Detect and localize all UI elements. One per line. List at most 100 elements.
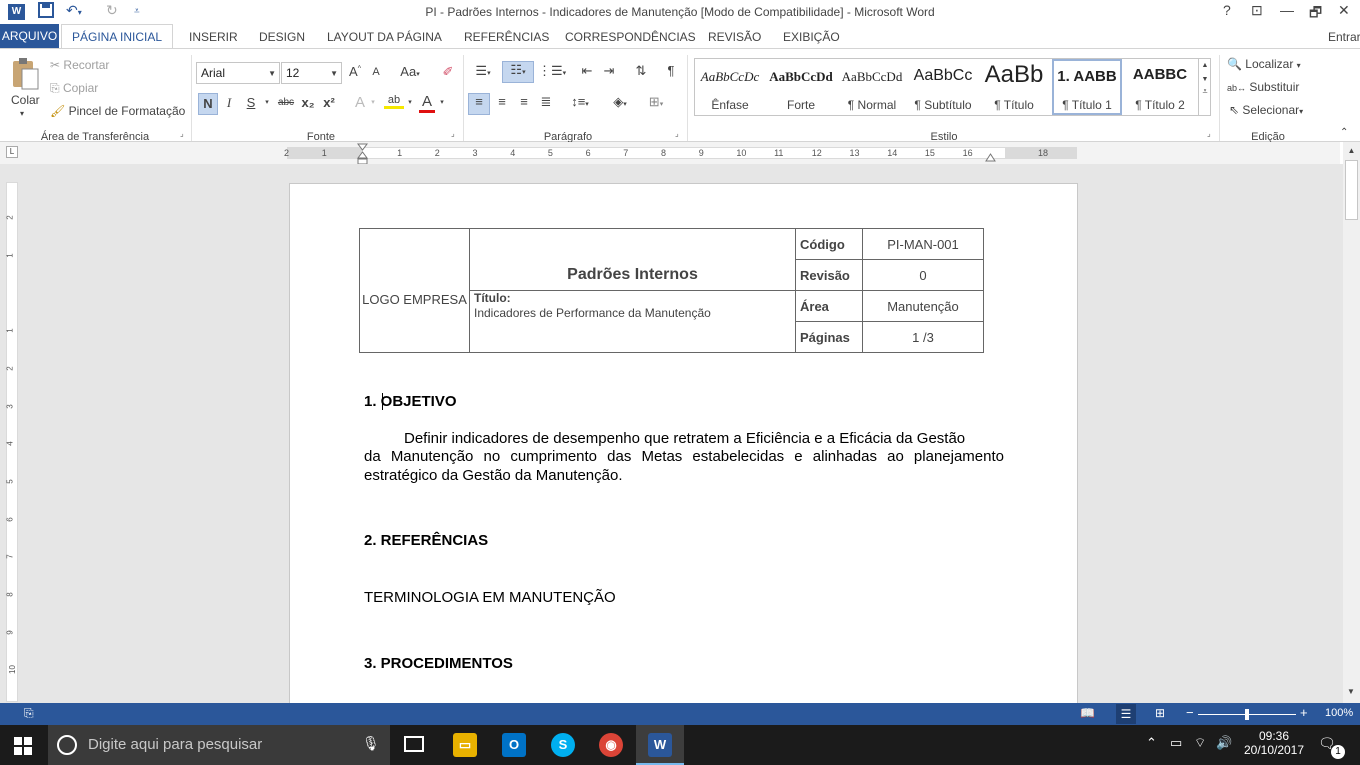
align-center-button[interactable]: ≡ bbox=[492, 94, 512, 109]
wifi-icon[interactable]: ⌔ bbox=[1194, 735, 1206, 751]
tab-revisao[interactable]: REVISÃO bbox=[708, 30, 761, 44]
select-button[interactable]: ⇖ Selecionar▾ bbox=[1229, 103, 1303, 117]
line-spacing-icon[interactable]: ↕≡▾ bbox=[566, 94, 594, 109]
tab-design[interactable]: DESIGN bbox=[259, 30, 305, 44]
tab-selector-icon[interactable]: L bbox=[6, 146, 18, 158]
zoom-out-button[interactable]: − bbox=[1186, 705, 1194, 720]
skype-icon[interactable]: S bbox=[551, 733, 575, 757]
read-mode-icon[interactable]: 📖 bbox=[1080, 706, 1095, 720]
font-color-icon[interactable]: A bbox=[419, 93, 435, 113]
paste-icon[interactable] bbox=[10, 57, 40, 91]
subscript-button[interactable]: x₂ bbox=[300, 95, 316, 110]
font-name-dropdown[interactable]: Arial ▼ bbox=[196, 62, 280, 84]
restore-button[interactable]: 🗗 bbox=[1309, 2, 1322, 26]
chevron-up-icon[interactable]: ▲ bbox=[1199, 62, 1211, 69]
replace-button[interactable]: ab↔ Substituir bbox=[1227, 80, 1299, 94]
right-indent-marker-icon[interactable] bbox=[985, 151, 996, 162]
style-titulo-2[interactable]: AABBC ¶ Título 2 bbox=[1125, 59, 1195, 115]
scroll-up-icon[interactable]: ▲ bbox=[1343, 146, 1360, 155]
chevron-down-icon[interactable]: ▼ bbox=[1199, 76, 1211, 83]
microphone-icon[interactable]: 🎙 bbox=[362, 735, 380, 752]
multilevel-list-icon[interactable]: ⋮☰▾ bbox=[538, 63, 566, 79]
zoom-slider-thumb[interactable] bbox=[1245, 709, 1249, 720]
font-color-dropdown-icon[interactable]: ▾ bbox=[437, 98, 447, 106]
zoom-level[interactable]: 100% bbox=[1325, 707, 1353, 719]
scroll-down-icon[interactable]: ▼ bbox=[1347, 687, 1355, 696]
style-forte[interactable]: AaBbCcDd Forte bbox=[766, 59, 836, 115]
minimize-button[interactable]: — bbox=[1280, 2, 1294, 18]
sign-in-link[interactable]: Entrar bbox=[1328, 30, 1360, 44]
style-enfase[interactable]: AaBbCcDc Ênfase bbox=[695, 59, 765, 115]
change-case-icon[interactable]: Aa▾ bbox=[397, 64, 423, 79]
paste-button[interactable]: Colar bbox=[11, 93, 40, 107]
taskbar-search[interactable]: Digite aqui para pesquisar 🎙 bbox=[48, 725, 390, 765]
style-titulo[interactable]: AaBb ¶ Título bbox=[979, 59, 1049, 115]
volume-icon[interactable]: 🔊 bbox=[1216, 735, 1232, 751]
help-button[interactable]: ? bbox=[1223, 2, 1231, 18]
web-layout-icon[interactable]: ⊞ bbox=[1155, 706, 1165, 720]
numbering-icon[interactable]: ☷▾ bbox=[502, 61, 534, 83]
clipboard-launcher-icon[interactable]: ⌟ bbox=[180, 129, 184, 138]
styles-launcher-icon[interactable]: ⌟ bbox=[1207, 129, 1211, 138]
style-normal[interactable]: AaBbCcDd ¶ Normal bbox=[837, 59, 907, 115]
ribbon-display-options-button[interactable]: ⊡ bbox=[1251, 2, 1263, 19]
more-styles-icon[interactable]: ⩡ bbox=[1199, 86, 1211, 97]
find-button[interactable]: 🔍 Localizar ▾ bbox=[1227, 57, 1301, 71]
decrease-indent-icon[interactable]: ⇤ bbox=[578, 63, 596, 79]
paste-dropdown-icon[interactable]: ▾ bbox=[20, 109, 24, 118]
word-taskbar-button[interactable]: W bbox=[636, 725, 684, 765]
styles-scroll[interactable]: ▲ ▼ ⩡ bbox=[1198, 59, 1211, 115]
ruler-bar[interactable]: 2 1 1 2 3 4 5 6 7 8 9 10 11 12 13 14 15 16 18 bbox=[284, 147, 1077, 159]
shading-icon[interactable]: ◈▾ bbox=[606, 94, 634, 110]
tab-referencias[interactable]: REFERÊNCIAS bbox=[464, 30, 549, 44]
battery-icon[interactable]: ▭ bbox=[1170, 735, 1182, 751]
copy-button[interactable]: ⎘ Copiar bbox=[50, 81, 98, 96]
grow-font-icon[interactable]: A^ bbox=[347, 64, 363, 79]
task-view-icon[interactable] bbox=[404, 736, 424, 752]
tab-exibicao[interactable]: EXIBIÇÃO bbox=[783, 30, 840, 44]
underline-dropdown-icon[interactable]: ▾ bbox=[262, 98, 272, 106]
text-effects-icon[interactable]: A bbox=[352, 94, 368, 111]
superscript-button[interactable]: x² bbox=[320, 95, 338, 110]
indent-marker-icon[interactable] bbox=[357, 143, 368, 165]
strikethrough-button[interactable]: abc bbox=[276, 97, 296, 108]
close-button[interactable]: ✕ bbox=[1338, 2, 1350, 19]
borders-icon[interactable]: ⊞▾ bbox=[642, 94, 670, 110]
paragraph-launcher-icon[interactable]: ⌟ bbox=[675, 129, 679, 138]
style-titulo-1[interactable]: 1. AABB ¶ Título 1 bbox=[1052, 59, 1122, 115]
file-explorer-icon[interactable]: ▭ bbox=[453, 733, 477, 757]
scroll-thumb[interactable] bbox=[1345, 160, 1358, 220]
bullets-icon[interactable]: ☰▾ bbox=[470, 63, 496, 79]
highlight-dropdown-icon[interactable]: ▾ bbox=[405, 98, 415, 106]
style-subtitulo[interactable]: AaBbCc ¶ Subtítulo bbox=[908, 59, 978, 115]
print-layout-icon[interactable]: ☰ bbox=[1116, 704, 1136, 724]
align-left-button[interactable]: ≡ bbox=[468, 93, 490, 115]
chrome-icon[interactable]: ◉ bbox=[599, 733, 623, 757]
show-formatting-icon[interactable]: ¶ bbox=[662, 63, 680, 78]
highlight-icon[interactable]: ab bbox=[384, 94, 404, 109]
tab-pagina-inicial[interactable]: PÁGINA INICIAL bbox=[61, 24, 173, 50]
increase-indent-icon[interactable]: ⇥ bbox=[600, 63, 618, 79]
show-hidden-icons[interactable]: ⌃ bbox=[1146, 735, 1157, 751]
tab-arquivo[interactable]: ARQUIVO bbox=[0, 24, 59, 48]
italic-button[interactable]: I bbox=[222, 95, 236, 111]
vertical-scrollbar[interactable]: ▲ ▼ bbox=[1343, 142, 1360, 703]
font-size-dropdown[interactable]: 12 ▼ bbox=[281, 62, 342, 84]
cut-button[interactable]: ✂ Recortar bbox=[50, 58, 109, 72]
justify-button[interactable]: ≣ bbox=[536, 94, 556, 110]
text-effects-dropdown-icon[interactable]: ▾ bbox=[368, 98, 378, 106]
clear-formatting-icon[interactable]: ✐ bbox=[438, 64, 458, 80]
collapse-ribbon-icon[interactable]: ⌃ bbox=[1340, 127, 1348, 138]
tab-layout[interactable]: LAYOUT DA PÁGINA bbox=[327, 30, 442, 44]
windows-start-icon[interactable] bbox=[14, 737, 32, 758]
shrink-font-icon[interactable]: A bbox=[369, 66, 383, 78]
align-right-button[interactable]: ≡ bbox=[514, 94, 534, 109]
bold-button[interactable]: N bbox=[198, 93, 218, 115]
sort-icon[interactable]: ⇅ bbox=[632, 63, 650, 79]
outlook-icon[interactable]: O bbox=[502, 733, 526, 757]
underline-button[interactable]: S bbox=[244, 95, 258, 110]
proofing-icon[interactable]: ⎘ bbox=[24, 706, 34, 721]
font-launcher-icon[interactable]: ⌟ bbox=[451, 129, 455, 138]
format-painter-button[interactable]: 🖌 Pincel de Formatação bbox=[50, 104, 185, 118]
clock[interactable]: 09:36 20/10/2017 bbox=[1243, 729, 1305, 757]
